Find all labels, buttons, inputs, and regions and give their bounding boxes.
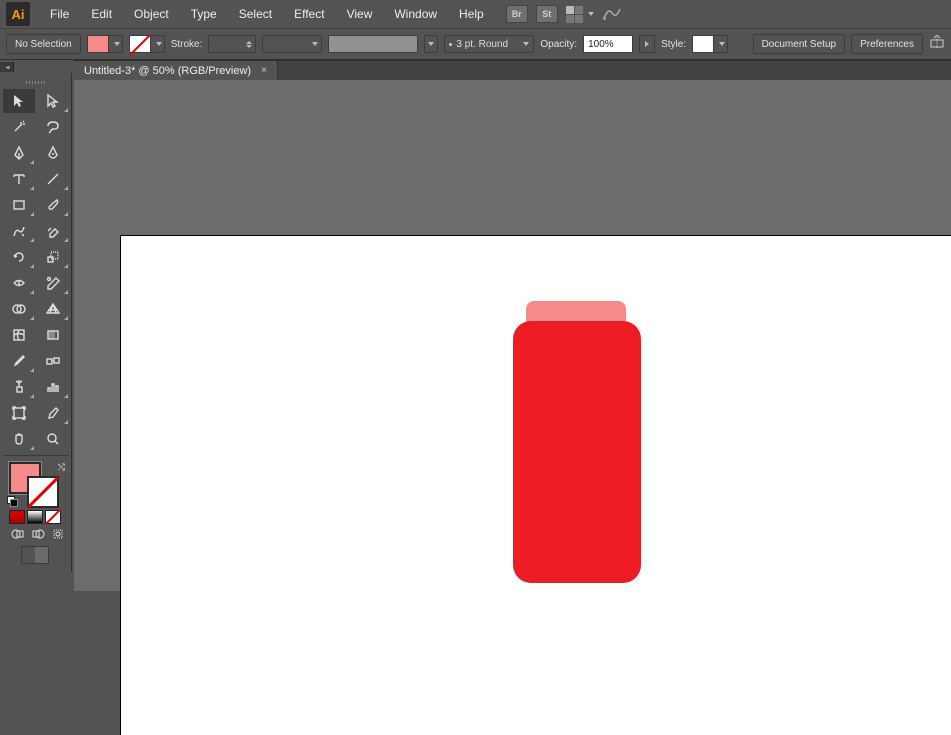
bridge-icon[interactable]: Br (506, 5, 528, 23)
opacity-flyout[interactable] (639, 35, 655, 53)
width-tool[interactable] (3, 271, 35, 295)
default-fill-stroke-icon[interactable] (7, 496, 17, 506)
style-label: Style: (661, 39, 686, 50)
column-graph-tool[interactable] (37, 375, 69, 399)
document-tab-title: Untitled-3* @ 50% (RGB/Preview) (84, 65, 251, 77)
mesh-tool[interactable] (3, 323, 35, 347)
eraser-tool[interactable] (37, 219, 69, 243)
zoom-tool[interactable] (37, 427, 69, 451)
rotate-tool[interactable] (3, 245, 35, 269)
artboard[interactable] (120, 235, 951, 735)
color-mode-solid[interactable] (9, 510, 25, 524)
brush-profile-value: 3 pt. Round (456, 39, 508, 50)
opacity-input[interactable]: 100% (583, 35, 633, 53)
control-bar: No Selection Stroke: 3 pt. Round Opacity… (0, 28, 951, 60)
panel-collapse-handle[interactable] (0, 62, 14, 72)
menu-window[interactable]: Window (384, 3, 447, 25)
curvature-tool[interactable] (37, 141, 69, 165)
shape-builder-tool[interactable] (3, 297, 35, 321)
symbol-sprayer-tool[interactable] (3, 375, 35, 399)
opacity-label: Opacity: (540, 39, 577, 50)
fill-color-control[interactable] (87, 35, 123, 53)
menu-file[interactable]: File (40, 3, 79, 25)
draw-normal-icon[interactable] (11, 528, 25, 540)
brush-profile-dropdown[interactable]: 3 pt. Round (444, 35, 534, 53)
stock-icon[interactable]: St (536, 5, 558, 23)
pen-tool[interactable] (3, 141, 35, 165)
tools-panel: ⤭ (0, 73, 72, 572)
stroke-weight-input[interactable] (208, 35, 256, 53)
draw-behind-icon[interactable] (31, 528, 45, 540)
magic-wand-tool[interactable] (3, 115, 35, 139)
eyedropper-tool[interactable] (3, 349, 35, 373)
menu-view[interactable]: View (337, 3, 383, 25)
menu-select[interactable]: Select (229, 3, 282, 25)
toolbox-stroke-swatch[interactable] (27, 476, 59, 508)
type-tool[interactable] (3, 167, 35, 191)
color-mode-none[interactable] (45, 510, 61, 524)
hand-tool[interactable] (3, 427, 35, 451)
stroke-label: Stroke: (171, 39, 203, 50)
style-swatch[interactable] (692, 35, 714, 53)
variable-width-profile-dropdown[interactable] (262, 35, 322, 53)
scale-tool[interactable] (37, 245, 69, 269)
document-setup-button[interactable]: Document Setup (753, 34, 846, 54)
gpu-preview-icon[interactable] (602, 5, 622, 24)
style-dropdown[interactable] (714, 35, 728, 53)
stroke-color-control[interactable] (129, 35, 165, 53)
direct-selection-tool[interactable] (37, 89, 69, 113)
color-mode-row (9, 510, 68, 524)
arrange-documents-icon[interactable] (566, 6, 594, 23)
color-mode-gradient[interactable] (27, 510, 43, 524)
fill-swatch[interactable] (87, 35, 109, 53)
menu-edit[interactable]: Edit (81, 3, 122, 25)
lasso-tool[interactable] (37, 115, 69, 139)
fill-dropdown[interactable] (109, 35, 123, 53)
menu-type[interactable]: Type (181, 3, 227, 25)
app-icon: Ai (6, 2, 30, 26)
screen-mode-toggle[interactable] (21, 546, 49, 564)
artwork-battery-body[interactable] (513, 321, 641, 583)
line-segment-tool[interactable] (37, 167, 69, 191)
brush-definition-chevron[interactable] (424, 35, 438, 53)
selection-tool[interactable] (3, 89, 35, 113)
menu-help[interactable]: Help (449, 3, 494, 25)
stroke-swatch[interactable] (129, 35, 151, 53)
workspace-area (74, 80, 951, 591)
tools-panel-grip[interactable] (3, 75, 68, 89)
gradient-tool[interactable] (37, 323, 69, 347)
paintbrush-tool[interactable] (37, 193, 69, 217)
slice-tool[interactable] (37, 401, 69, 425)
perspective-grid-tool[interactable] (37, 297, 69, 321)
brush-definition-dropdown[interactable] (328, 35, 418, 53)
fill-stroke-swatches[interactable]: ⤭ (9, 462, 63, 506)
align-to-icon[interactable] (929, 35, 945, 54)
free-transform-tool[interactable] (37, 271, 69, 295)
menu-effect[interactable]: Effect (284, 3, 334, 25)
menu-object[interactable]: Object (124, 3, 179, 25)
rectangle-tool[interactable] (3, 193, 35, 217)
shaper-tool[interactable] (3, 219, 35, 243)
artboard-tool[interactable] (3, 401, 35, 425)
swap-fill-stroke-icon[interactable]: ⤭ (58, 462, 65, 473)
draw-mode-row (11, 528, 68, 540)
draw-inside-icon[interactable] (51, 528, 65, 540)
graphic-style-control[interactable] (692, 35, 728, 53)
blend-tool[interactable] (37, 349, 69, 373)
selection-indicator: No Selection (6, 34, 81, 54)
document-tab[interactable]: Untitled-3* @ 50% (RGB/Preview) × (74, 61, 278, 80)
document-tab-bar: Untitled-3* @ 50% (RGB/Preview) × (74, 60, 951, 80)
close-tab-icon[interactable]: × (261, 65, 267, 76)
stroke-dropdown[interactable] (151, 35, 165, 53)
preferences-button[interactable]: Preferences (851, 34, 923, 54)
menu-bar: Ai File Edit Object Type Select Effect V… (0, 0, 951, 28)
